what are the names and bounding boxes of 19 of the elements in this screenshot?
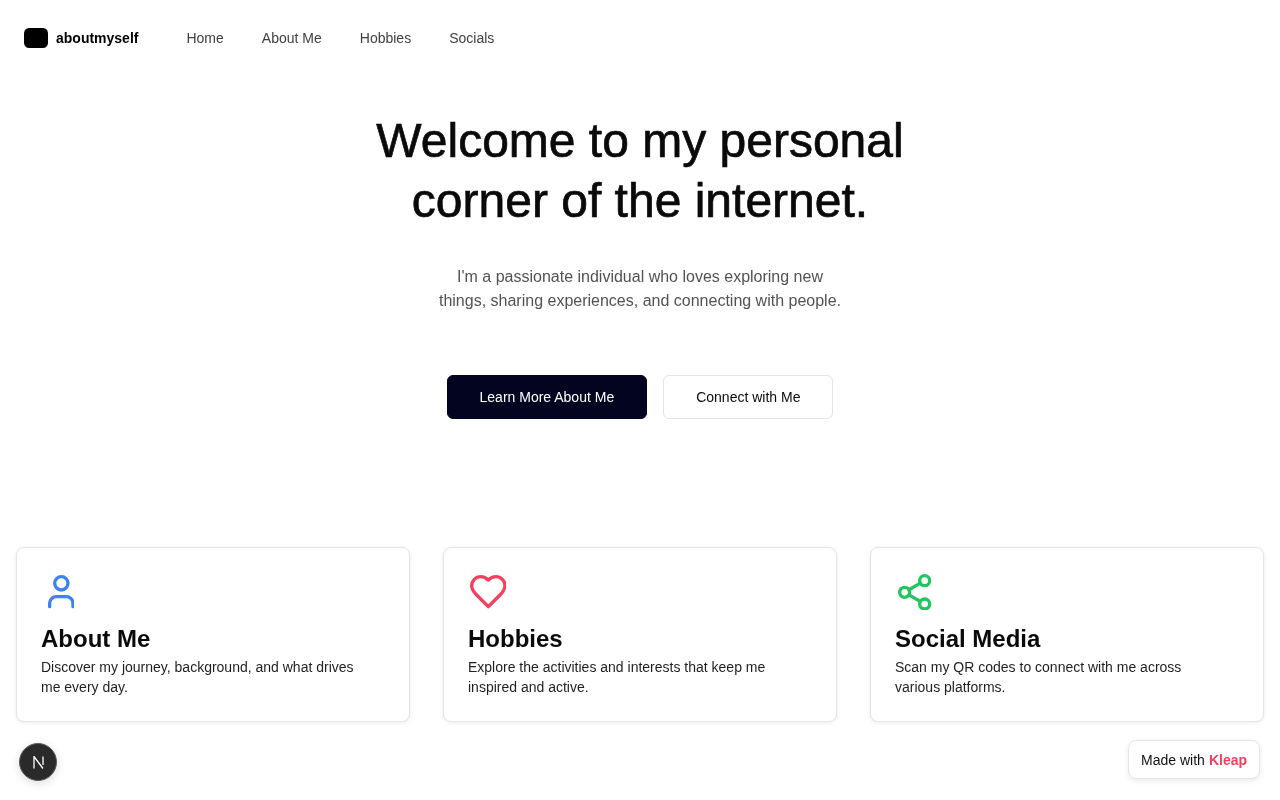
nav-link[interactable]: About Me [261, 30, 322, 46]
nav-link[interactable]: Home [186, 30, 224, 46]
brand-link[interactable]: aboutmyself [24, 28, 139, 48]
card-title: About Me [41, 624, 151, 654]
nav-link[interactable]: Socials [449, 30, 495, 46]
card-description: Scan my QR codes to connect with me across various platforms. [895, 657, 1183, 697]
learn-more-button[interactable]: Learn More About Me [446, 375, 648, 419]
card-description: Explore the activities and interests that keep me inspired and active. [468, 658, 767, 697]
card-description: Discover my journey, background, and what drives me every day. [41, 658, 355, 697]
card-title: Social Media [895, 623, 1041, 654]
hero-subtitle: I'm a passionate individual who loves exploring new things, sharing experiences, and connecting with people. [437, 267, 842, 311]
nav-link[interactable]: Hobbies [359, 30, 412, 46]
logo-icon [24, 28, 48, 48]
n-logo-icon [32, 755, 44, 769]
dev-tools-button[interactable] [19, 743, 57, 781]
made-with-badge[interactable]: Made with Kleap [1128, 740, 1260, 779]
card-title: Hobbies [468, 624, 563, 654]
hero-title: Welcome to my personal corner of the internet. [375, 113, 905, 229]
connect-button[interactable]: Connect with Me [663, 375, 834, 419]
